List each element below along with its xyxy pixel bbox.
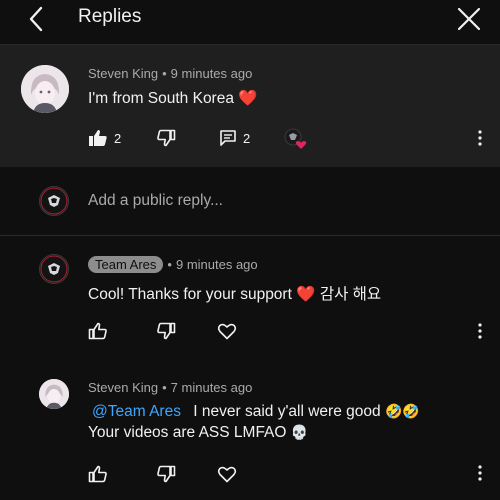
comment-body: I'm from South Korea [88,90,234,107]
meta-separator: • [162,380,167,395]
like-count: 2 [114,130,122,146]
back-arrow-icon[interactable] [22,4,52,34]
reply-body-continued: Your videos are ASS LMFAO [88,424,287,441]
like-button[interactable] [88,465,108,483]
dislike-button[interactable] [156,322,176,340]
avatar[interactable] [39,254,69,284]
avatar[interactable] [21,65,69,113]
reply-meta: Team Ares • 9 minutes ago [88,256,258,273]
reply-text-line-1: @Team Ares I never said y'all were good … [88,403,420,421]
reply-time: 7 minutes ago [170,380,253,395]
comment-time: 9 minutes ago [170,66,253,81]
creator-heart-icon [284,128,307,149]
like-button[interactable]: 2 [88,129,121,147]
heart-button[interactable] [217,322,237,340]
reply-meta: Steven King • 7 minutes ago [88,380,252,395]
user-avatar-image [39,379,69,409]
reply-body: I never said y'all were good [193,403,381,420]
meta-separator: • [162,66,167,81]
heart-button[interactable] [217,465,237,483]
channel-owner-badge[interactable]: Team Ares [88,256,164,273]
heart-emoji: ❤️ [238,90,258,107]
avatar[interactable] [39,379,69,409]
replies-button[interactable]: 2 [219,129,250,147]
creator-heart-badge [284,127,308,151]
avatar [39,186,69,216]
reply-count: 2 [243,130,251,146]
meta-separator: • [167,257,172,272]
more-options-icon[interactable] [475,463,485,483]
thumbs-down-icon [157,465,176,483]
heart-outline-icon [217,466,237,483]
thumbs-down-icon [157,129,176,147]
page-title: Replies [78,6,142,27]
more-options-icon[interactable] [475,321,485,341]
reply-input[interactable]: Add a public reply... [88,192,223,210]
more-options-icon[interactable] [475,128,485,148]
korean-text: 감사 해요 [319,286,382,303]
reply-text-line-2: Your videos are ASS LMFAO 💀 [88,424,308,442]
comment-meta: Steven King • 9 minutes ago [88,66,252,81]
reply-body: Cool! Thanks for your support [88,286,292,303]
team-ares-logo-icon [40,255,68,283]
comment-text: I'm from South Korea ❤️ [88,89,258,108]
heart-emoji: ❤️ [296,286,316,303]
reply-text: Cool! Thanks for your support ❤️ 감사 해요 [88,282,381,304]
header-bar: Replies [0,0,500,45]
team-ares-logo-icon [40,187,68,215]
thumbs-up-icon [88,465,107,483]
mention-link[interactable]: @Team Ares [92,403,181,420]
comment-author[interactable]: Steven King [88,66,158,81]
dislike-button[interactable] [156,465,176,483]
reply-author[interactable]: Steven King [88,380,158,395]
thumbs-down-icon [157,322,176,340]
heart-outline-icon [217,323,237,340]
skull-emoji: 💀 [290,424,309,440]
laughing-emoji: 🤣🤣 [384,403,420,419]
thumbs-up-icon [88,322,107,340]
dislike-button[interactable] [156,129,176,147]
reply-time: 9 minutes ago [175,257,258,272]
user-avatar-image [21,65,69,113]
like-button[interactable] [88,322,108,340]
thumbs-up-filled-icon [89,130,107,146]
comment-icon [220,130,236,146]
reply-input-row [0,167,500,236]
close-icon[interactable] [454,4,484,34]
